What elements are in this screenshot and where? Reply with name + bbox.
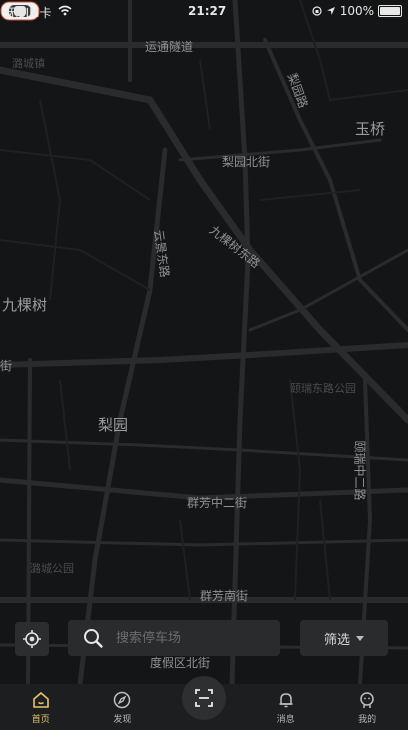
tab-home[interactable]: 首页: [0, 684, 82, 730]
filter-label: 筛选: [323, 632, 350, 648]
tab-messages-label: 消息: [276, 715, 295, 725]
map-label-dujia-north-street: 度假区北街: [150, 656, 211, 670]
map-label-left-edge-street: 街: [0, 359, 13, 373]
status-right: 100%: [312, 4, 402, 18]
clock: 21:27: [188, 4, 227, 18]
tab-profile[interactable]: 我的: [326, 684, 408, 730]
map-label-faint-right: 颐瑞东路公园: [290, 382, 356, 395]
battery-percent: 100%: [339, 4, 374, 18]
bell-icon: [276, 690, 296, 710]
wifi-icon: [58, 5, 72, 16]
status-bar: 无SIM卡 21:27 100%: [0, 0, 408, 22]
search-input[interactable]: [114, 629, 268, 647]
tab-discover[interactable]: 发现: [82, 684, 164, 730]
map-label-jiukeshu: 九棵树: [2, 296, 48, 314]
map-label-yuqiao: 玉桥: [355, 120, 386, 138]
scan-icon: [195, 689, 213, 707]
map-view[interactable]: 运通隧道 潞城镇 梨园路 玉桥 梨园北街 九棵树东路 云景东路 九棵树 街 颐瑞…: [0, 0, 408, 684]
user-icon: [357, 690, 377, 710]
tab-discover-label: 发现: [113, 715, 132, 725]
home-icon: [31, 690, 51, 710]
map-label-yuntong-tunnel: 运通隧道: [145, 40, 194, 54]
map-label-qunfang-south-street: 群芳南街: [200, 589, 249, 603]
tab-profile-label: 我的: [358, 715, 377, 725]
crosshair-icon: [23, 630, 41, 648]
filter-button[interactable]: 筛选: [300, 620, 388, 656]
tab-home-label: 首页: [31, 715, 50, 725]
map-label-yirui-2nd-road: 颐瑞中二路: [352, 440, 367, 501]
map-label-liyuan: 梨园: [98, 416, 129, 434]
compass-icon: [112, 690, 132, 710]
tab-messages[interactable]: 消息: [245, 684, 327, 730]
bottom-tab-bar: 首页 发现 消息 我的: [0, 676, 408, 730]
tab-scan[interactable]: [163, 676, 245, 730]
parking-search-bar[interactable]: [68, 620, 280, 656]
map-roads: [0, 0, 408, 684]
search-icon: [84, 629, 103, 648]
carrier-label: 无SIM卡: [6, 6, 52, 20]
map-label-faint-top: 潞城镇: [12, 57, 45, 70]
map-label-liyuan-north-street: 梨园北街: [222, 155, 271, 169]
scan-button[interactable]: [181, 676, 226, 720]
locate-me-button[interactable]: [15, 622, 49, 656]
map-label-faint-park: 潞城公园: [30, 562, 74, 575]
battery-icon: [378, 5, 402, 17]
location-arrow-icon: [326, 7, 335, 15]
orientation-lock-icon: [312, 6, 322, 16]
chevron-down-icon: [356, 635, 364, 641]
map-label-qunfang-2nd-street: 群芳中二街: [187, 496, 248, 510]
